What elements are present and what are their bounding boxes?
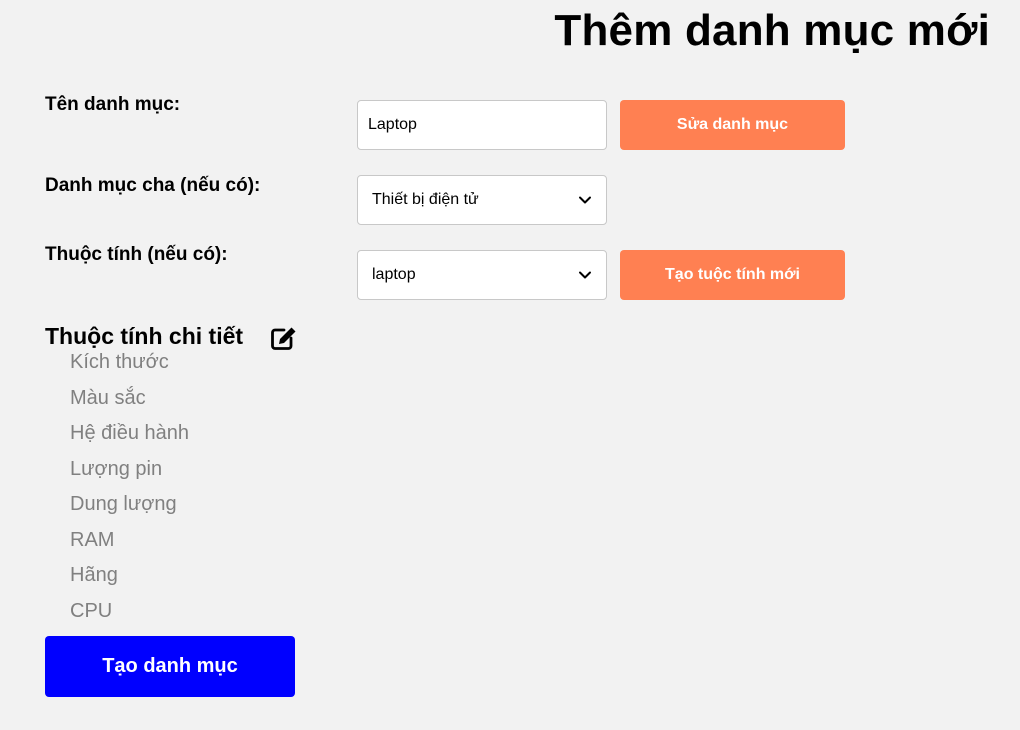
parent-category-select[interactable]: Thiết bị điện tử: [357, 175, 607, 225]
parent-category-label: Danh mục cha (nếu có):: [45, 175, 261, 196]
attribute-value: laptop: [372, 266, 416, 283]
list-item: Màu sắc: [70, 386, 146, 409]
list-item: CPU: [70, 599, 113, 622]
parent-category-value: Thiết bị điện tử: [372, 191, 479, 208]
attribute-select[interactable]: laptop: [357, 250, 607, 300]
category-name-input[interactable]: [357, 100, 607, 150]
chevron-down-icon: [579, 271, 591, 279]
create-category-button[interactable]: Tạo danh mục: [45, 636, 295, 697]
page-title: Thêm danh mục mới: [554, 6, 990, 55]
list-item: RAM: [70, 528, 115, 551]
list-item: Hãng: [70, 564, 118, 586]
create-attribute-button[interactable]: Tạo tuộc tính mới: [620, 250, 845, 300]
detail-attributes-list: Kích thước Màu sắc Hệ điều hành Lượng pi…: [70, 349, 189, 633]
chevron-down-icon: [579, 196, 591, 204]
category-name-label: Tên danh mục:: [45, 94, 181, 115]
list-item: Lượng pin: [70, 457, 163, 480]
list-item: Kích thước: [70, 351, 169, 373]
list-item: Hệ điều hành: [70, 422, 189, 444]
edit-square-icon[interactable]: [270, 325, 298, 351]
list-item: Dung lượng: [70, 493, 177, 515]
attribute-label: Thuộc tính (nếu có):: [45, 244, 228, 265]
edit-category-button[interactable]: Sửa danh mục: [620, 100, 845, 150]
detail-attributes-heading: Thuộc tính chi tiết: [45, 323, 244, 349]
